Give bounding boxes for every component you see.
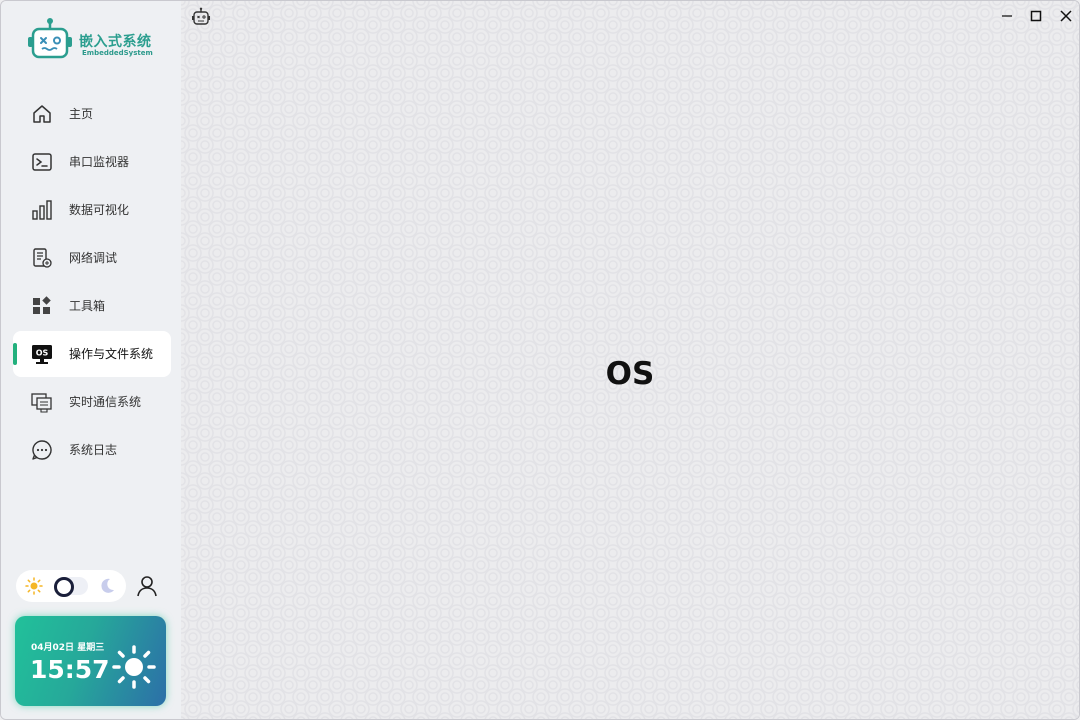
- theme-toggle[interactable]: [16, 570, 126, 602]
- sidebar-item-label: 操作与文件系统: [69, 347, 154, 361]
- sidebar-item-system-log[interactable]: 系统日志: [13, 427, 171, 473]
- sun-icon: [25, 577, 43, 595]
- sidebar-item-label: 系统日志: [69, 443, 118, 457]
- sidebar-item-toolbox[interactable]: 工具箱: [13, 283, 171, 329]
- chat-log-icon: [30, 438, 54, 462]
- weather-sun-icon: [112, 645, 156, 689]
- clock-time: 15:57: [30, 655, 110, 684]
- realtime-comm-icon: [30, 390, 54, 414]
- date-text: 04月02日 星期三: [31, 643, 105, 653]
- datetime-card: 04月02日 星期三 15:57: [15, 616, 166, 706]
- bar-chart-icon: [30, 198, 54, 222]
- maximize-icon[interactable]: [1026, 6, 1046, 26]
- sidebar-nav: 主页 串口监视器 数据可视化 网络调试 工具箱 OS 操作与文件系统 实时通信系…: [13, 91, 171, 475]
- moon-icon: [101, 578, 114, 593]
- network-document-icon: [30, 246, 54, 270]
- sidebar-item-realtime-comm[interactable]: 实时通信系统: [13, 379, 171, 425]
- page-heading: OS: [605, 356, 655, 392]
- sidebar-item-label: 数据可视化: [69, 203, 130, 217]
- home-icon: [30, 102, 54, 126]
- robot-app-icon: [192, 7, 210, 25]
- app-title: 嵌入式系统: [79, 34, 152, 50]
- sidebar-item-label: 主页: [69, 107, 94, 121]
- sidebar-item-os-filesystem[interactable]: OS 操作与文件系统: [13, 331, 171, 377]
- app-logo: 嵌入式系统 EmbeddedSystem: [27, 17, 167, 65]
- title-bar: [181, 1, 1079, 31]
- main-content: OS: [181, 1, 1079, 719]
- sidebar-item-label: 实时通信系统: [69, 395, 142, 409]
- sidebar-item-network-debug[interactable]: 网络调试: [13, 235, 171, 281]
- robot-logo-icon: [28, 18, 72, 59]
- user-icon[interactable]: [135, 574, 159, 598]
- minimize-icon[interactable]: [997, 6, 1017, 26]
- os-monitor-icon: OS: [30, 342, 54, 366]
- active-indicator: [13, 343, 17, 365]
- app-subtitle: EmbeddedSystem: [82, 49, 153, 57]
- sidebar-item-home[interactable]: 主页: [13, 91, 171, 137]
- sidebar-item-data-visualization[interactable]: 数据可视化: [13, 187, 171, 233]
- close-icon[interactable]: [1056, 6, 1076, 26]
- toolbox-grid-icon: [30, 294, 54, 318]
- sidebar: 嵌入式系统 EmbeddedSystem 主页 串口监视器 数据可视化 网络调试…: [1, 1, 181, 719]
- sidebar-item-label: 工具箱: [69, 299, 106, 313]
- toggle-knob[interactable]: [54, 577, 74, 597]
- svg-text:OS: OS: [36, 349, 49, 358]
- terminal-icon: [30, 150, 54, 174]
- app-window: 嵌入式系统 EmbeddedSystem 主页 串口监视器 数据可视化 网络调试…: [0, 0, 1080, 720]
- sidebar-item-label: 网络调试: [69, 251, 118, 265]
- sidebar-item-serial-monitor[interactable]: 串口监视器: [13, 139, 171, 185]
- sidebar-item-label: 串口监视器: [69, 155, 130, 169]
